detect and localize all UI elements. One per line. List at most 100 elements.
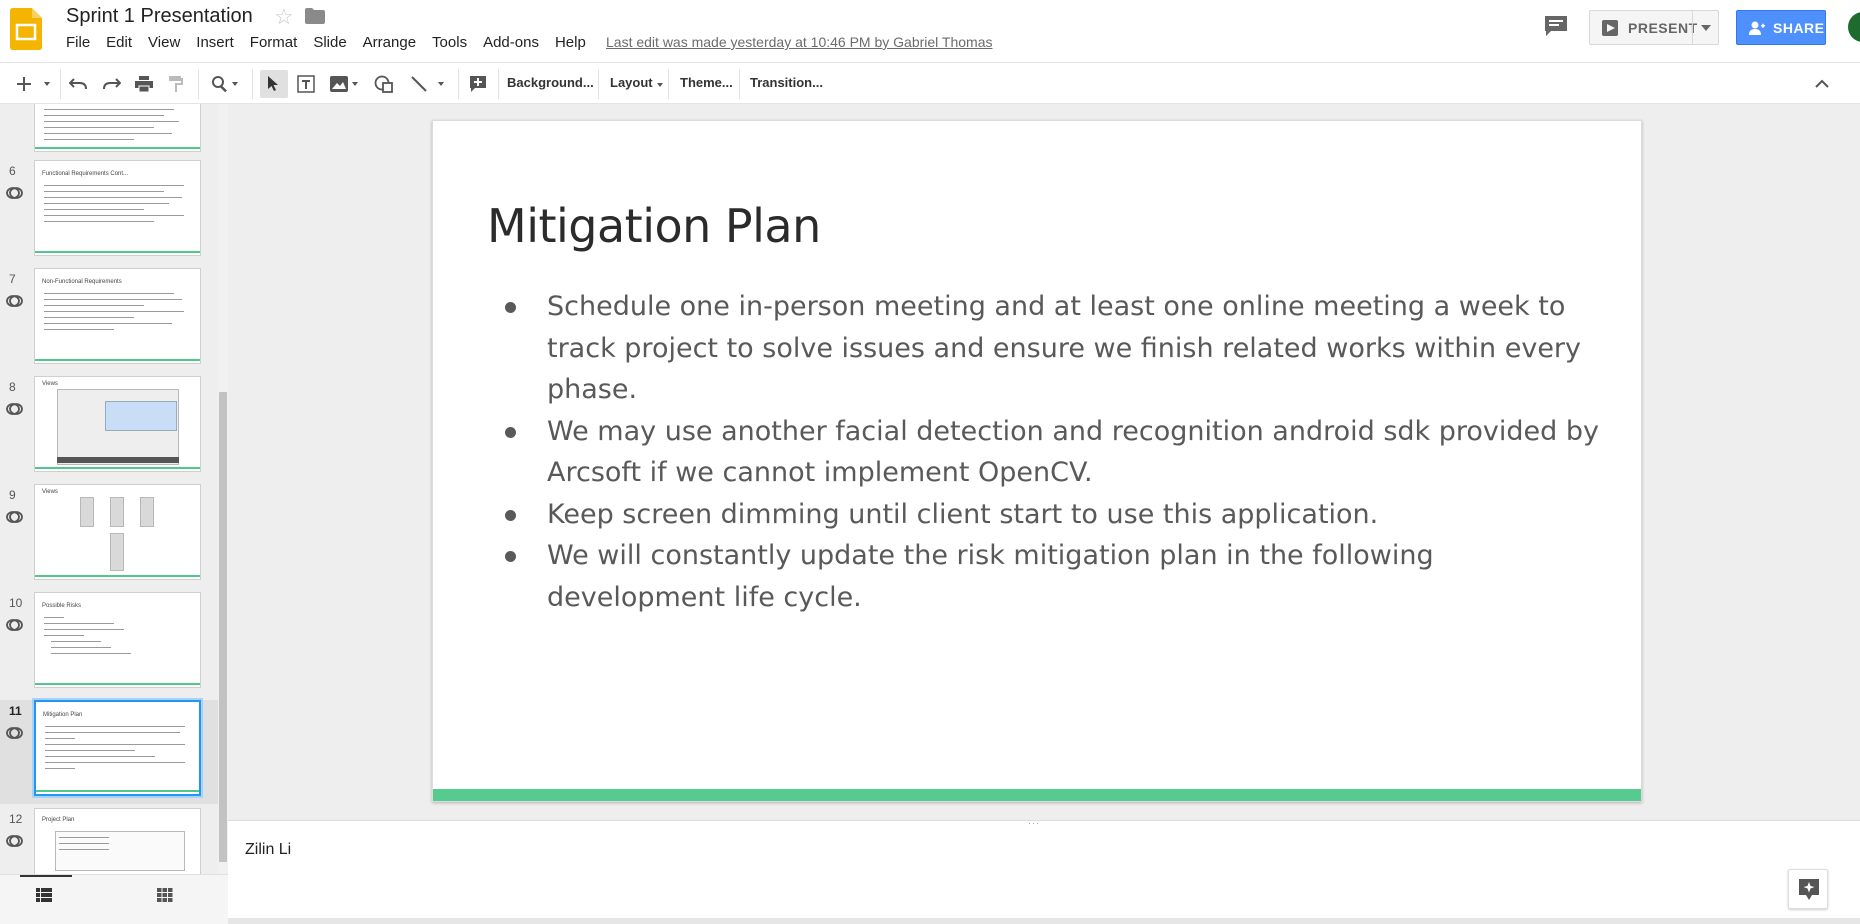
menu-file[interactable]: File [58,33,98,53]
slide-thumbnail[interactable]: Possible Risks [34,592,201,688]
transition-button[interactable]: Transition... [750,75,823,90]
zoom-icon[interactable] [206,70,244,98]
toolbar-divider [668,69,669,99]
slide-thumbnail[interactable]: Views [34,484,201,580]
linked-slide-icon [6,727,23,739]
slide-thumbnail[interactable] [34,104,201,152]
slide-thumbnail-row[interactable]: 7 Non-Functional Requirements [0,268,218,372]
toolbar: Background... Layout Theme... Transition… [0,62,1860,104]
mockup-image [105,401,177,431]
folder-icon[interactable] [305,8,325,24]
toolbar-divider [498,69,499,99]
layout-chevron-down-icon [656,83,663,87]
toolbar-divider [598,69,599,99]
notes-resize-handle[interactable]: ··· [1028,818,1044,828]
slide-thumbnail-title: Mitigation Plan [43,712,83,718]
slide-number: 6 [9,164,16,178]
slide-thumbnail[interactable]: Views [34,376,201,472]
slide-thumbnail-row[interactable]: 6 Functional Requirements Cont... [0,160,218,264]
slide-thumbnail-title: Non-Functional Requirements [42,279,122,285]
slide-thumbnail[interactable]: Functional Requirements Cont... [34,160,201,256]
new-slide-plus-icon[interactable] [10,70,38,98]
shape-icon[interactable] [370,70,398,98]
slide-canvas[interactable]: Mitigation Plan Schedule one in-person m… [432,120,1642,802]
share-button[interactable]: SHARE [1736,10,1826,45]
slide-number: 9 [9,488,16,502]
toolbar-divider [252,69,253,99]
toolbar-divider [198,69,199,99]
slide-thumbnail-title: Views [42,489,58,495]
menu-format[interactable]: Format [242,33,306,53]
present-options-chevron-down-icon[interactable] [1701,25,1711,31]
slide-thumbnail-row[interactable] [0,104,218,160]
line-icon[interactable] [404,70,450,98]
slide-number: 7 [9,272,16,286]
theme-button[interactable]: Theme... [680,75,733,90]
document-title[interactable]: Sprint 1 Presentation [66,5,253,28]
new-slide-chevron-down-icon[interactable] [38,70,52,98]
filmstrip-view-icon[interactable] [36,888,52,902]
slide-thumbnail-row-active[interactable]: 11 Mitigation Plan [0,700,218,804]
slide-thumbnail[interactable]: Mitigation Plan [34,700,201,796]
mockup-image [110,533,124,571]
new-comment-icon[interactable] [464,70,492,98]
select-icon[interactable] [260,70,288,98]
mockup-image [57,457,179,463]
slide-number: 8 [9,380,16,394]
slide-filmstrip: 6 Functional Requirements Cont... 7 Non-… [0,104,228,874]
slide-thumbnail-title: Possible Risks [42,603,82,609]
layout-button[interactable]: Layout [610,75,663,90]
slide-number: 12 [9,812,23,826]
menu-view[interactable]: View [140,33,188,53]
collapse-icon[interactable] [1808,70,1836,98]
star-icon[interactable]: ☆ [274,4,294,30]
explore-icon [1799,879,1819,900]
slide-thumbnail[interactable]: Non-Functional Requirements [34,268,201,364]
header: Sprint 1 Presentation ☆ File Edit View I… [0,0,1860,62]
share-label: SHARE [1773,20,1825,36]
redo-icon[interactable] [98,70,126,98]
undo-icon[interactable] [64,70,92,98]
print-icon[interactable] [130,70,158,98]
speaker-notes-text[interactable]: Zilin Li [245,841,291,859]
paint-format-icon[interactable] [162,70,190,98]
slide-title[interactable]: Mitigation Plan [487,199,821,253]
slide-thumbnail[interactable]: Project Plan [34,808,201,874]
menu-help[interactable]: Help [547,33,594,53]
menu-edit[interactable]: Edit [98,33,140,53]
person-add-icon [1749,21,1765,35]
menu-insert[interactable]: Insert [188,33,242,53]
bullet-item[interactable]: We will constantly update the risk mitig… [491,535,1601,618]
slide-body[interactable]: Schedule one in-person meeting and at le… [491,286,1601,618]
menu-tools[interactable]: Tools [424,33,475,53]
grid-view-icon[interactable] [157,888,173,902]
last-edit-link[interactable]: Last edit was made yesterday at 10:46 PM… [606,34,993,50]
slide-thumbnail-row[interactable]: 8 Views [0,376,218,480]
menu-slide[interactable]: Slide [305,33,354,53]
horizontal-scrollbar[interactable] [228,918,1860,924]
layout-label: Layout [610,75,653,90]
bullet-item[interactable]: Schedule one in-person meeting and at le… [491,286,1601,411]
menu-add-ons[interactable]: Add-ons [475,33,547,53]
image-icon[interactable] [324,70,364,98]
comments-icon[interactable] [1543,14,1569,38]
toolbar-divider [458,69,459,99]
avatar[interactable] [1848,12,1860,42]
background-button[interactable]: Background... [507,75,594,90]
slides-logo-icon[interactable] [10,8,42,50]
slides-app: Sprint 1 Presentation ☆ File Edit View I… [0,0,1860,924]
slide-thumbnail-row[interactable]: 9 Views [0,484,218,588]
slide-thumbnail-row[interactable]: 12 Project Plan [0,808,218,874]
filmstrip-scrollbar[interactable] [219,392,227,862]
menu-arrange[interactable]: Arrange [355,33,424,53]
filmstrip-view-toggle [0,874,228,924]
toolbar-divider [739,69,740,99]
explore-button[interactable] [1788,869,1828,909]
speaker-notes[interactable]: ··· Zilin Li [228,818,1860,924]
present-button[interactable]: PRESENT [1589,10,1719,45]
slide-thumbnail-row[interactable]: 10 Possible Risks [0,592,218,696]
textbox-icon[interactable] [292,70,320,98]
bullet-item[interactable]: We may use another facial detection and … [491,411,1601,494]
bullet-item[interactable]: Keep screen dimming until client start t… [491,494,1601,536]
present-label: PRESENT [1628,20,1698,36]
